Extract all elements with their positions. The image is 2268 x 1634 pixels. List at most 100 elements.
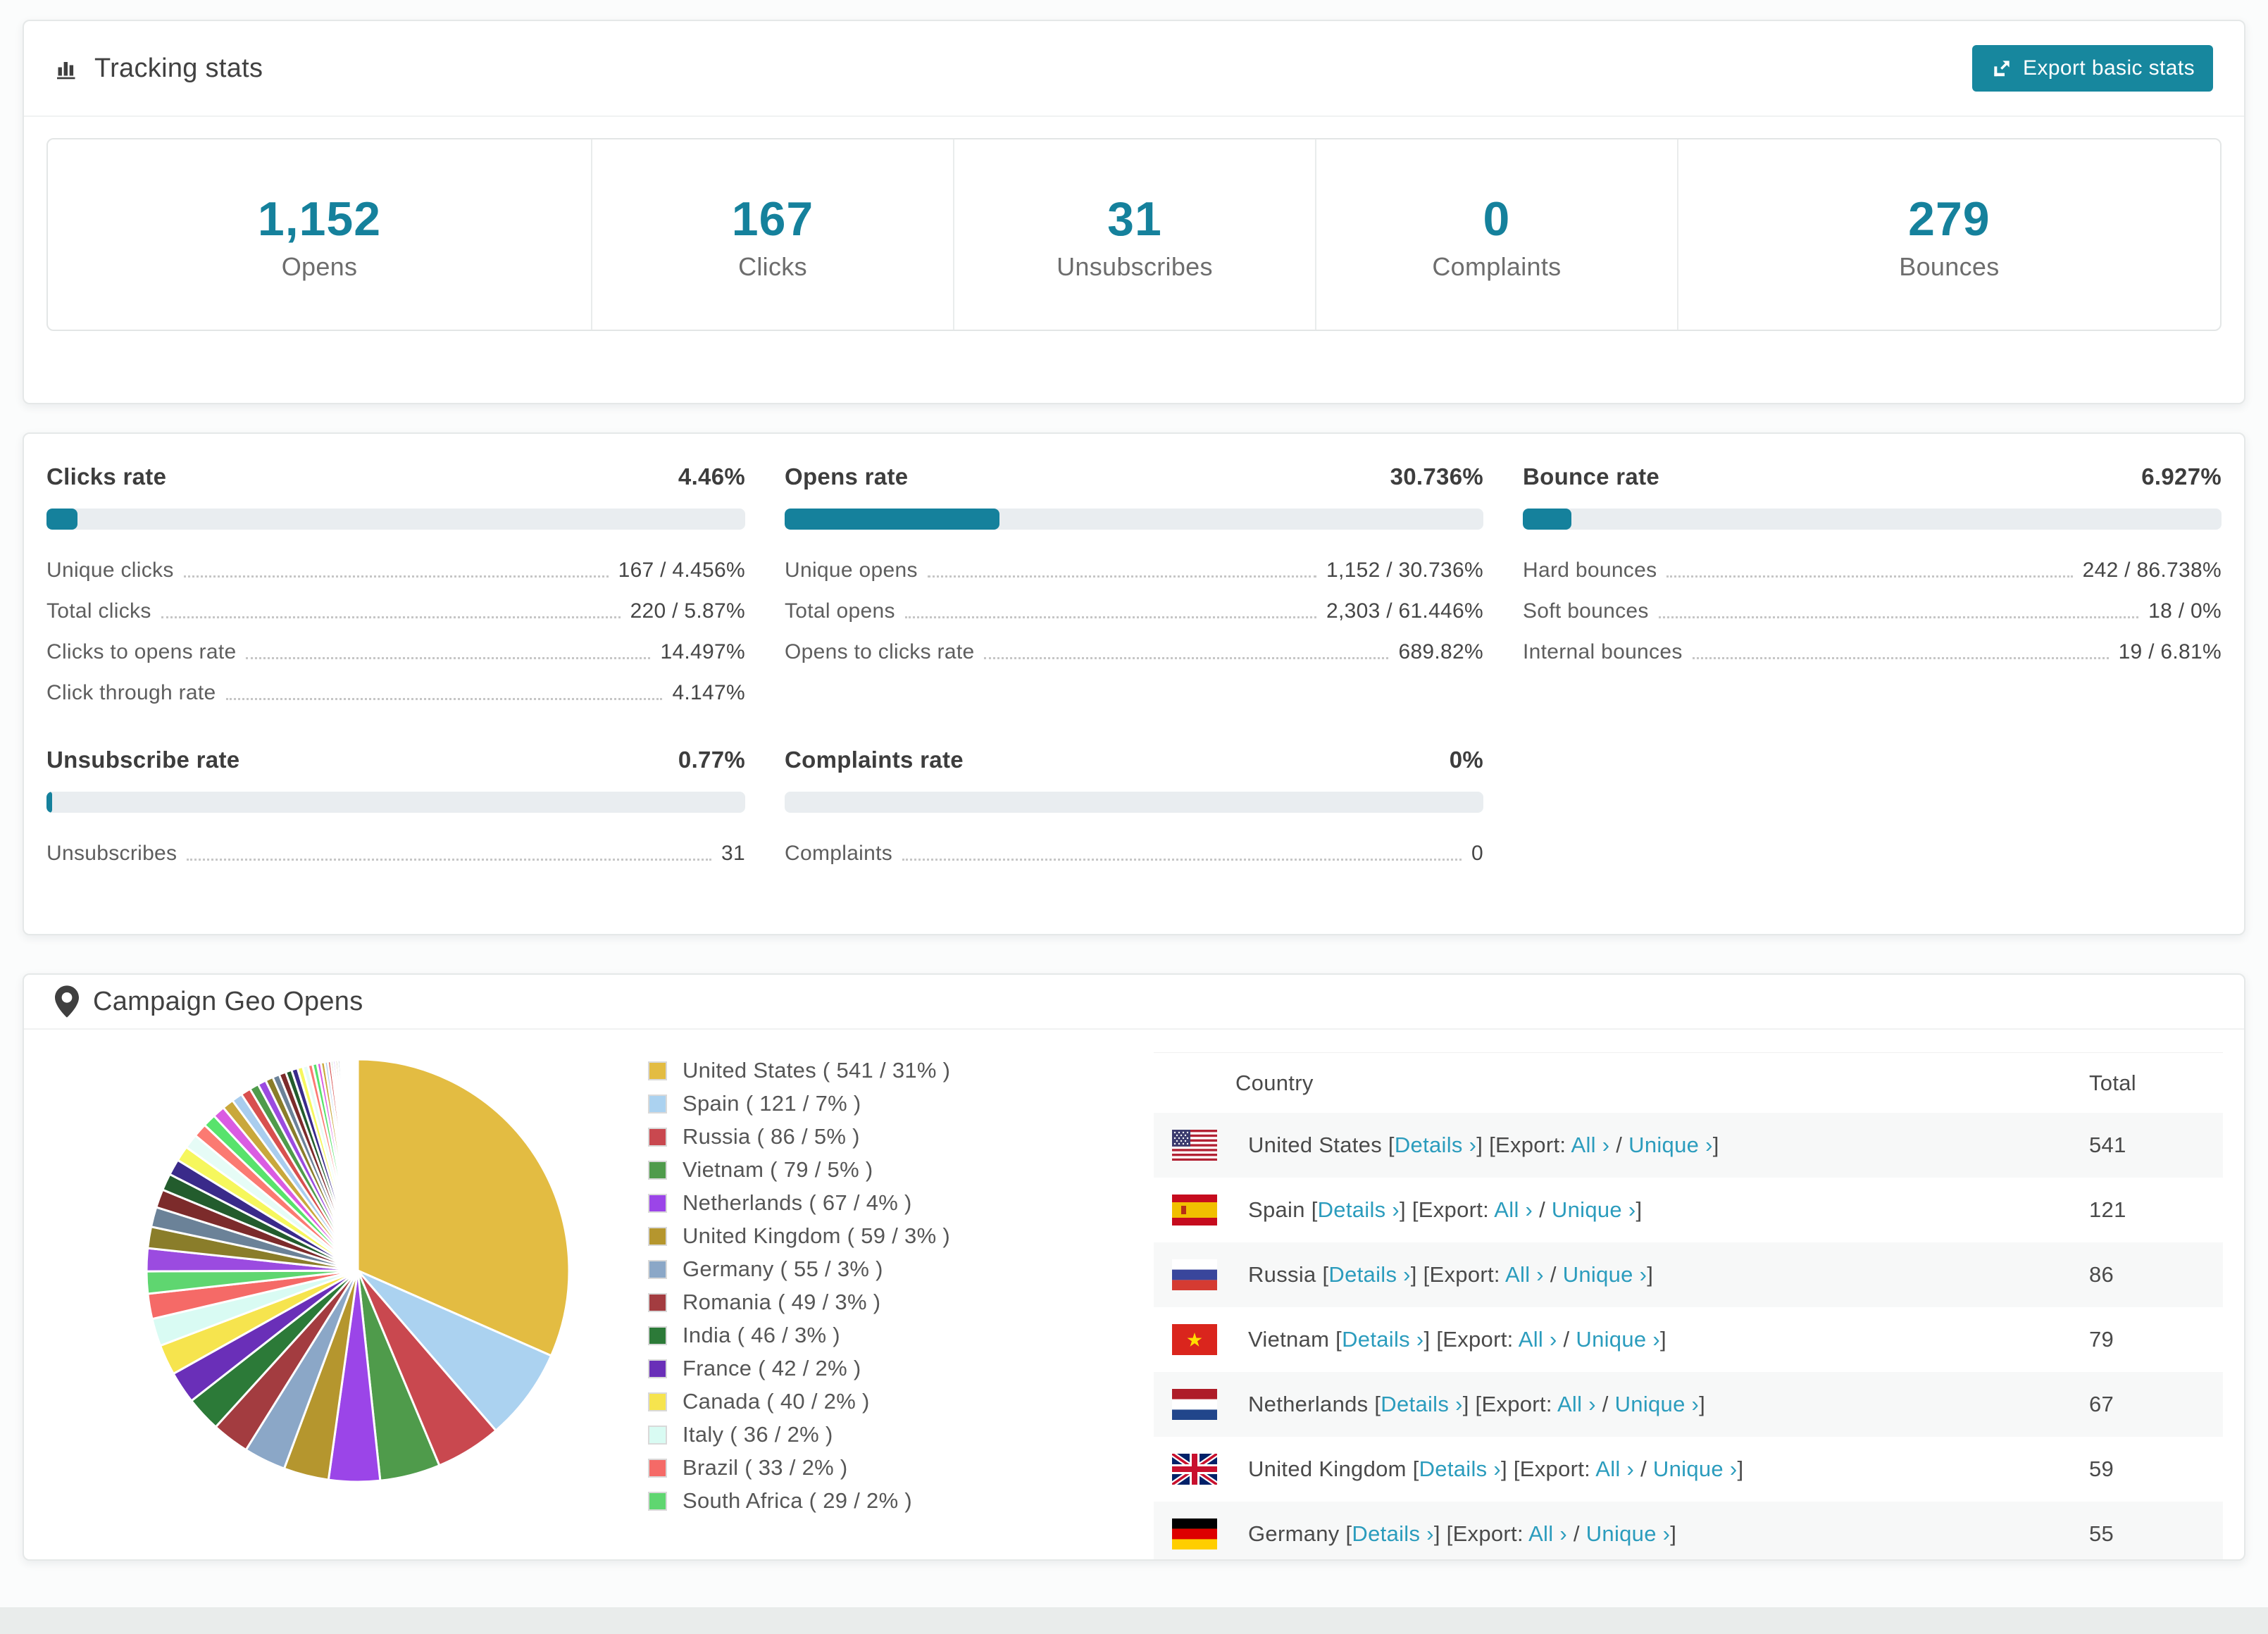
stat-box-complaints: 0 Complaints (1314, 139, 1677, 330)
clicks-count: 167 (731, 192, 814, 246)
bounce-rate-title: Bounce rate (1523, 463, 1660, 489)
export-unique-link[interactable]: Unique › (1552, 1197, 1636, 1222)
legend-label: India ( 46 / 3% ) (683, 1323, 840, 1347)
details-link[interactable]: Details › (1419, 1457, 1501, 1481)
dotted-leader (246, 657, 651, 659)
export-unique-link[interactable]: Unique › (1653, 1457, 1738, 1481)
dotted-leader (902, 859, 1462, 861)
export-unique-link[interactable]: Unique › (1586, 1521, 1671, 1546)
legend-swatch (648, 1491, 667, 1511)
details-link[interactable]: Details › (1342, 1327, 1423, 1352)
dotted-leader (161, 616, 621, 618)
geo-table-row: Vietnam [Details ›] [Export: All › / Uni… (1154, 1307, 2223, 1372)
geo-title-wrap: Campaign Geo Opens (55, 985, 363, 1018)
export-unique-link[interactable]: Unique › (1563, 1262, 1647, 1287)
opens-count: 1,152 (257, 192, 382, 246)
unsubscribe-rate-block: Unsubscribe rate 0.77% Unsubscribes 31 (46, 747, 745, 866)
export-unique-link[interactable]: Unique › (1615, 1392, 1700, 1416)
page-title: Tracking stats (94, 53, 263, 83)
rate-detail-row: Internal bounces 19 / 6.81% (1523, 640, 2222, 663)
legend-swatch (648, 1359, 667, 1378)
complaints-rate-title: Complaints rate (785, 747, 964, 773)
rate-detail-row: Unique opens 1,152 / 30.736% (785, 559, 1483, 582)
stat-boxes-row: 1,152 Opens 167 Clicks 31 Unsubscribes 0… (46, 138, 2222, 331)
complaints-rate-bar (785, 792, 1483, 813)
bar-chart-icon (57, 62, 75, 80)
pie-slice[interactable] (356, 1058, 359, 1271)
export-all-link[interactable]: All › (1519, 1327, 1557, 1352)
rate-detail-row: Click through rate 4.147% (46, 681, 745, 704)
country-name: Spain (1248, 1197, 1305, 1222)
export-all-link[interactable]: All › (1528, 1521, 1567, 1546)
country-total: 55 (2089, 1521, 2114, 1546)
country-name: Vietnam (1248, 1327, 1330, 1352)
uk-flag-icon (1172, 1454, 1217, 1485)
rate-detail-row: Total clicks 220 / 5.87% (46, 599, 745, 623)
country-name: Germany (1248, 1521, 1340, 1546)
bounces-count: 279 (1908, 192, 1990, 246)
legend-item: Romania ( 49 / 3% ) (648, 1290, 1106, 1315)
us-flag-icon (1172, 1130, 1217, 1161)
legend-item: United States ( 541 / 31% ) (648, 1058, 1106, 1083)
rates-card: Clicks rate 4.46% Unique clicks 167 / 4.4… (23, 432, 2245, 935)
export-all-link[interactable]: All › (1595, 1457, 1634, 1481)
germany-flag-icon (1172, 1518, 1217, 1549)
netherlands-flag-icon (1172, 1389, 1217, 1420)
export-all-link[interactable]: All › (1571, 1133, 1610, 1157)
export-all-link[interactable]: All › (1557, 1392, 1596, 1416)
geo-title: Campaign Geo Opens (93, 986, 363, 1016)
clicks-rate-title: Clicks rate (46, 463, 167, 489)
bounce-rate-value: 6.927% (2141, 463, 2222, 489)
total-column-header: Total (2089, 1070, 2136, 1095)
legend-item: Vietnam ( 79 / 5% ) (648, 1157, 1106, 1183)
details-link[interactable]: Details › (1381, 1392, 1462, 1416)
opens-rate-bar (785, 509, 1483, 530)
bounces-label: Bounces (1899, 252, 2000, 281)
opens-rate-value: 30.736% (1390, 463, 1483, 489)
unsubscribe-rate-bar (46, 792, 745, 813)
legend-item: Spain ( 121 / 7% ) (648, 1091, 1106, 1116)
export-all-link[interactable]: All › (1505, 1262, 1544, 1287)
details-link[interactable]: Details › (1395, 1133, 1476, 1157)
complaints-count: 0 (1483, 192, 1511, 246)
legend-swatch (648, 1392, 667, 1411)
legend-swatch (648, 1193, 667, 1213)
dotted-leader (984, 657, 1389, 659)
legend-item: France ( 42 / 2% ) (648, 1356, 1106, 1381)
complaints-rate-value: 0% (1449, 747, 1483, 773)
country-total: 79 (2089, 1327, 2114, 1352)
opens-rate-title: Opens rate (785, 463, 909, 489)
export-all-link[interactable]: All › (1494, 1197, 1533, 1222)
rate-detail-row: Unsubscribes 31 (46, 842, 745, 865)
clicks-rate-value: 4.46% (678, 463, 745, 489)
export-unique-link[interactable]: Unique › (1576, 1327, 1660, 1352)
geo-opens-pie-chart[interactable] (139, 1052, 576, 1489)
legend-swatch (648, 1259, 667, 1279)
rate-detail-row: Clicks to opens rate 14.497% (46, 640, 745, 663)
country-total: 86 (2089, 1262, 2114, 1287)
legend-label: Brazil ( 33 / 2% ) (683, 1455, 848, 1480)
legend-swatch (648, 1061, 667, 1080)
country-total: 541 (2089, 1133, 2126, 1157)
legend-item: Netherlands ( 67 / 4% ) (648, 1190, 1106, 1216)
legend-swatch (648, 1094, 667, 1114)
dotted-leader (1692, 657, 2109, 659)
rate-detail-row: Unique clicks 167 / 4.456% (46, 559, 745, 582)
rate-detail-row: Opens to clicks rate 689.82% (785, 640, 1483, 663)
country-name: United States (1248, 1133, 1383, 1157)
dotted-leader (1666, 575, 2073, 578)
export-basic-stats-button[interactable]: Export basic stats (1972, 45, 2213, 92)
export-unique-link[interactable]: Unique › (1628, 1133, 1713, 1157)
tracking-stats-header: Tracking stats Export basic stats (24, 21, 2244, 117)
geo-table-row: Germany [Details ›] [Export: All › / Uni… (1154, 1502, 2223, 1559)
details-link[interactable]: Details › (1318, 1197, 1400, 1222)
details-link[interactable]: Details › (1328, 1262, 1410, 1287)
details-link[interactable]: Details › (1352, 1521, 1433, 1546)
legend-label: Russia ( 86 / 5% ) (683, 1124, 860, 1149)
unsubscribes-label: Unsubscribes (1057, 252, 1213, 281)
legend-item: Canada ( 40 / 2% ) (648, 1389, 1106, 1414)
legend-swatch (648, 1326, 667, 1345)
country-total: 59 (2089, 1457, 2114, 1481)
spain-flag-icon (1172, 1195, 1217, 1226)
legend-item: Germany ( 55 / 3% ) (648, 1256, 1106, 1282)
